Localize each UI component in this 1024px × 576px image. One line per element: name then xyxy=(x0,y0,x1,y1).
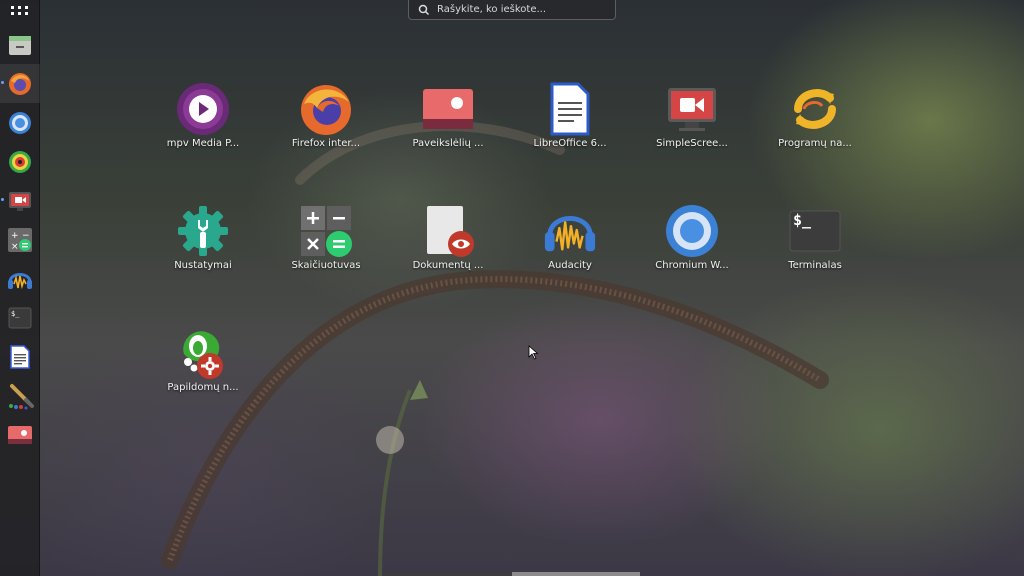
audacity-icon xyxy=(7,272,32,289)
document-icon xyxy=(9,344,30,369)
dock-firefox[interactable] xyxy=(0,64,40,103)
search-bar[interactable] xyxy=(408,0,616,20)
app-chromium[interactable]: Chromium W... xyxy=(642,203,742,271)
chromium-icon xyxy=(8,111,31,134)
svg-text:$_: $_ xyxy=(11,310,20,318)
dock-terminal[interactable]: $_ xyxy=(0,298,40,337)
screen-recorder-icon xyxy=(8,191,31,211)
libreoffice-writer-icon xyxy=(550,82,590,136)
app-label: Firefox inter... xyxy=(291,138,361,149)
app-label: Nustatymai xyxy=(174,260,232,271)
app-audacity[interactable]: Audacity xyxy=(520,203,620,271)
app-label: Audacity xyxy=(548,260,592,271)
app-image-viewer[interactable]: Paveikslėlių ... xyxy=(398,81,498,149)
app-mpv[interactable]: mpv Media P... xyxy=(153,81,253,149)
dock-calculator[interactable]: + − × xyxy=(0,220,40,259)
svg-text:+: + xyxy=(11,231,19,241)
app-firefox[interactable]: Firefox inter... xyxy=(276,81,376,149)
app-label: Papildomų n... xyxy=(167,382,239,393)
additional-drivers-icon xyxy=(183,331,223,379)
app-settings[interactable]: Nustatymai xyxy=(153,203,253,271)
app-libreoffice-writer[interactable]: LibreOffice 6... xyxy=(520,81,620,149)
page-indicator[interactable] xyxy=(384,572,640,576)
dock-image-viewer[interactable] xyxy=(0,415,40,454)
search-icon xyxy=(418,4,430,15)
dock-files[interactable] xyxy=(0,25,40,64)
document-viewer-icon xyxy=(427,206,474,257)
app-label: LibreOffice 6... xyxy=(533,138,607,149)
dock-libreoffice-writer[interactable] xyxy=(0,337,40,376)
dock: + − × $_ xyxy=(0,0,40,576)
app-label: SimpleScree... xyxy=(656,138,728,149)
dock-color-picker[interactable] xyxy=(0,142,40,181)
app-document-viewer[interactable]: Dokumentų ... xyxy=(398,203,498,271)
app-calculator[interactable]: Skaičiuotuvas xyxy=(276,203,376,271)
firefox-icon xyxy=(8,72,31,95)
calculator-icon xyxy=(301,206,352,257)
mouse-pointer-icon xyxy=(528,345,539,360)
image-viewer-icon xyxy=(423,89,473,129)
audacity-icon xyxy=(544,216,596,252)
software-updater-icon xyxy=(794,89,836,129)
color-wheel-icon xyxy=(8,150,31,173)
terminal-prompt: $_ xyxy=(793,211,812,229)
app-simplescreenrecorder[interactable]: SimpleScree... xyxy=(642,81,742,149)
app-label: Chromium W... xyxy=(655,260,729,271)
grid-icon xyxy=(10,5,28,15)
dock-simplescreenrecorder[interactable] xyxy=(0,181,40,220)
paint-brush-icon xyxy=(8,383,34,409)
calculator-icon: + − × xyxy=(7,227,32,252)
app-label: Dokumentų ... xyxy=(412,260,484,271)
page-indicator-active xyxy=(512,572,640,576)
terminal-icon: $_ xyxy=(8,307,31,328)
app-label: Skaičiuotuvas xyxy=(291,260,361,271)
app-label: mpv Media P... xyxy=(166,138,240,149)
screen-recorder-icon xyxy=(668,88,716,131)
mpv-icon xyxy=(177,83,229,135)
svg-text:×: × xyxy=(11,242,19,252)
app-label: Paveikslėlių ... xyxy=(412,138,484,149)
dock-paint[interactable] xyxy=(0,376,40,415)
dock-audacity[interactable] xyxy=(0,259,40,298)
image-viewer-icon xyxy=(7,425,32,444)
dock-chromium[interactable] xyxy=(0,103,40,142)
chromium-icon xyxy=(666,205,718,257)
search-input[interactable] xyxy=(437,4,607,15)
app-additional-drivers[interactable]: Papildomų n... xyxy=(153,325,253,393)
file-manager-icon xyxy=(8,35,31,55)
firefox-icon xyxy=(301,85,351,135)
app-label: Terminalas xyxy=(788,260,842,271)
app-software-updater[interactable]: Programų na... xyxy=(765,81,865,149)
app-terminal[interactable]: $_ Terminalas xyxy=(765,203,865,271)
app-label: Programų na... xyxy=(778,138,852,149)
settings-icon xyxy=(178,206,228,256)
dock-app-grid[interactable] xyxy=(0,0,40,25)
